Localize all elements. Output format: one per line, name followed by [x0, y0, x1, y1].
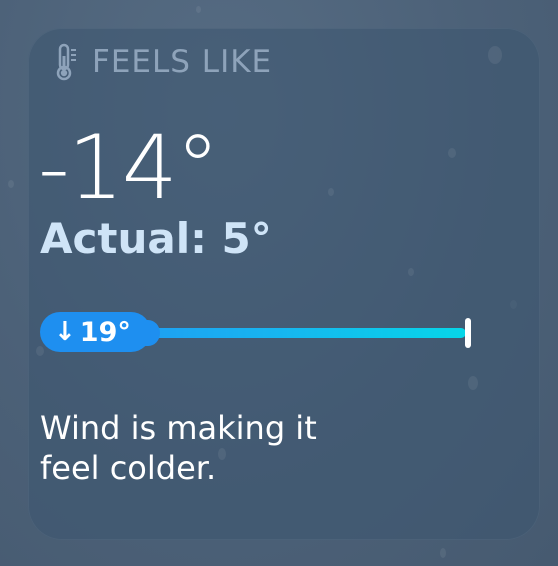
temperature-marker: ↓ 19° — [40, 312, 151, 352]
raindrop — [468, 376, 478, 390]
actual-temperature: Actual: 5° — [40, 214, 272, 263]
actual-marker — [465, 318, 471, 348]
raindrop — [328, 188, 334, 196]
feels-like-temperature: -14° — [38, 116, 220, 219]
raindrop — [448, 148, 456, 158]
temperature-range-bar: ↓ 19° — [40, 310, 480, 354]
raindrop — [488, 46, 502, 64]
down-arrow-icon: ↓ — [54, 317, 76, 347]
marker-label: 19° — [79, 316, 131, 348]
description-line: Wind is making it — [40, 409, 317, 447]
card-header: FEELS LIKE — [54, 42, 272, 82]
description-line: feel colder. — [40, 449, 217, 487]
raindrop — [440, 548, 446, 558]
thermometer-icon — [56, 43, 76, 81]
raindrop — [8, 180, 14, 188]
weather-screen: FEELS LIKE -14° Actual: 5° ↓ 19° Wind is… — [0, 0, 558, 566]
description: Wind is making it feel colder. — [40, 408, 440, 488]
raindrop — [408, 268, 414, 276]
raindrop — [196, 6, 201, 13]
card-title: FEELS LIKE — [92, 44, 273, 80]
